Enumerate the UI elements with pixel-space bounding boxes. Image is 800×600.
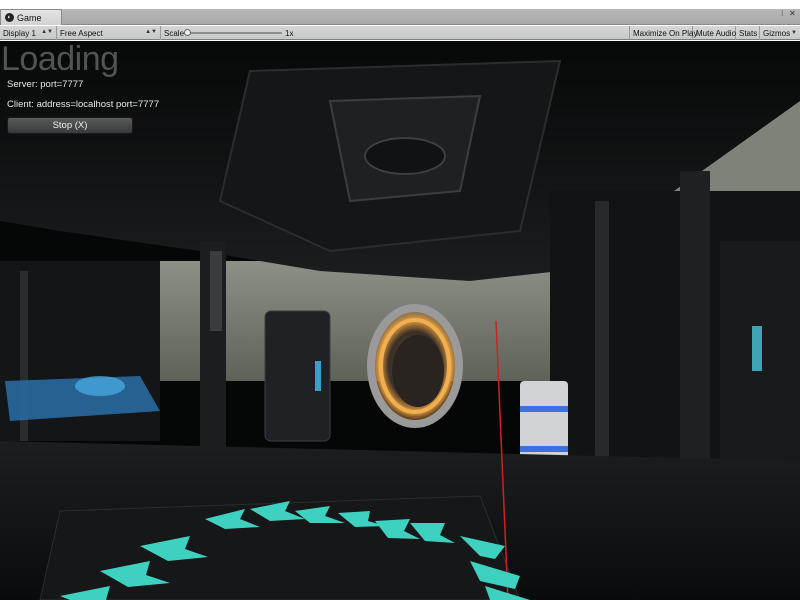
context-menu-icon[interactable]: ⁝ — [781, 10, 784, 18]
aspect-dropdown-label: Free Aspect — [60, 28, 103, 38]
maximize-on-play-button[interactable]: Maximize On Play — [629, 26, 697, 40]
server-label: Server: port=7777 — [7, 79, 84, 90]
right-light — [752, 326, 762, 371]
stats-label: Stats — [739, 28, 758, 38]
unity-icon: ◐ — [5, 13, 14, 22]
dropdown-caret-icon: ▼ — [791, 30, 797, 36]
loading-text: Loading — [1, 41, 119, 78]
dropdown-caret-icon: ▲▼ — [41, 29, 53, 35]
maximize-on-play-label: Maximize On Play — [633, 28, 698, 38]
dropdown-caret-icon: ▲▼ — [145, 29, 157, 35]
display-dropdown-label: Display 1 — [3, 28, 36, 38]
tab-game[interactable]: ◐ Game — [0, 9, 62, 25]
tab-game-label: Game — [17, 12, 42, 23]
scale-label: Scale — [164, 28, 185, 38]
left-tower-panel — [210, 251, 222, 331]
tab-bar: ◐ Game ⁝ ✕ — [0, 9, 800, 25]
portal-center — [392, 335, 444, 407]
scale-slider-thumb[interactable] — [184, 29, 191, 36]
mute-audio-label: Mute Audio — [696, 28, 737, 38]
gizmos-label: Gizmos — [763, 28, 791, 38]
close-icon[interactable]: ✕ — [789, 10, 796, 18]
scale-slider-track[interactable] — [186, 32, 282, 34]
client-label: Client: address=localhost port=7777 — [7, 99, 160, 110]
game-toolbar: Display 1 ▲▼ Free Aspect ▲▼ Scale 1x Max… — [0, 26, 800, 40]
mute-audio-button[interactable]: Mute Audio — [693, 26, 736, 40]
ceiling-ring — [364, 137, 446, 175]
canister-band — [520, 406, 568, 412]
aspect-dropdown[interactable]: Free Aspect ▲▼ — [57, 26, 161, 40]
window-top-strip — [0, 0, 800, 9]
hologram-dish — [75, 376, 125, 396]
stop-button[interactable]: Stop (X) — [7, 117, 133, 134]
gizmos-dropdown[interactable]: Gizmos ▼ — [760, 26, 800, 40]
game-viewport[interactable]: Loading Server: port=7777 Client: addres… — [0, 41, 800, 600]
scale-value: 1x — [285, 29, 294, 38]
stats-button[interactable]: Stats — [736, 26, 760, 40]
display-dropdown[interactable]: Display 1 ▲▼ — [0, 26, 57, 40]
tank-light — [315, 361, 321, 391]
canister-band — [520, 446, 568, 452]
